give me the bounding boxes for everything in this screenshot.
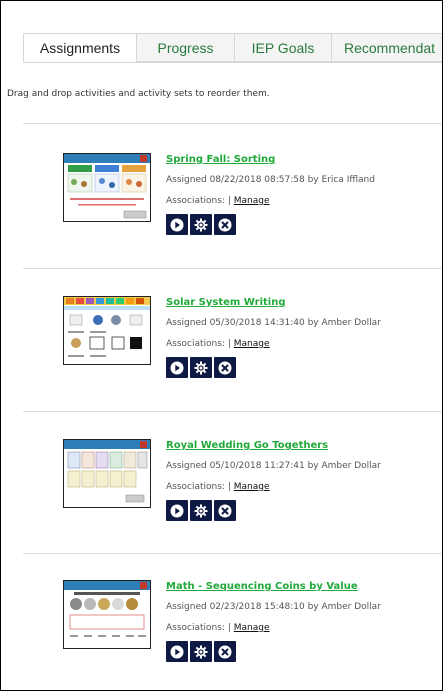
assignment-item[interactable]: Spring Fall: Sorting Assigned 08/22/2018…: [1, 153, 442, 293]
assignment-item[interactable]: Math - Sequencing Coins by Value Assigne…: [1, 580, 442, 690]
settings-button[interactable]: [190, 214, 212, 235]
associations: Associations: | Manage: [166, 623, 270, 633]
remove-button[interactable]: [214, 214, 236, 235]
settings-gear-icon: [194, 645, 208, 658]
play-icon: [170, 218, 184, 231]
settings-button[interactable]: [190, 641, 212, 662]
play-button[interactable]: [166, 500, 188, 521]
associations-separator: |: [227, 196, 231, 206]
action-buttons: [166, 500, 236, 521]
divider: [23, 268, 442, 269]
remove-icon: [218, 645, 232, 658]
play-icon: [170, 645, 184, 658]
activity-thumbnail[interactable]: [63, 580, 151, 649]
associations-separator: |: [227, 482, 231, 492]
activity-title-link[interactable]: Royal Wedding Go Togethers: [166, 440, 328, 451]
assignments-panel: Assignments Progress IEP Goals Recommend…: [0, 0, 443, 691]
tab-progress[interactable]: Progress: [137, 33, 235, 62]
reorder-instructions: Drag and drop activities and activity se…: [7, 89, 270, 99]
play-button[interactable]: [166, 641, 188, 662]
assigned-info: Assigned 05/30/2018 14:31:40 by Amber Do…: [166, 318, 381, 328]
associations: Associations: | Manage: [166, 196, 270, 206]
tab-bar: Assignments Progress IEP Goals Recommend…: [23, 33, 442, 63]
associations: Associations: | Manage: [166, 482, 270, 492]
settings-gear-icon: [194, 361, 208, 374]
remove-button[interactable]: [214, 357, 236, 378]
play-icon: [170, 504, 184, 517]
settings-gear-icon: [194, 218, 208, 231]
activity-thumbnail[interactable]: [63, 296, 151, 365]
remove-button[interactable]: [214, 500, 236, 521]
assigned-info: Assigned 08/22/2018 08:57:58 by Erica If…: [166, 175, 375, 185]
manage-link[interactable]: Manage: [234, 339, 270, 349]
associations-label: Associations:: [166, 196, 225, 206]
associations: Associations: | Manage: [166, 339, 270, 349]
tab-iep-goals[interactable]: IEP Goals: [235, 33, 332, 62]
settings-gear-icon: [194, 504, 208, 517]
remove-icon: [218, 361, 232, 374]
associations-label: Associations:: [166, 482, 225, 492]
associations-separator: |: [227, 339, 231, 349]
tab-assignments[interactable]: Assignments: [23, 33, 137, 63]
action-buttons: [166, 214, 236, 235]
activity-title-link[interactable]: Spring Fall: Sorting: [166, 154, 275, 165]
play-button[interactable]: [166, 214, 188, 235]
assigned-info: Assigned 02/23/2018 15:48:10 by Amber Do…: [166, 602, 381, 612]
assigned-info: Assigned 05/10/2018 11:27:41 by Amber Do…: [166, 461, 381, 471]
action-buttons: [166, 357, 236, 378]
divider: [23, 123, 442, 124]
remove-icon: [218, 504, 232, 517]
activity-title-link[interactable]: Solar System Writing: [166, 297, 286, 308]
activity-title-link[interactable]: Math - Sequencing Coins by Value: [166, 581, 358, 592]
associations-separator: |: [227, 623, 231, 633]
manage-link[interactable]: Manage: [234, 623, 270, 633]
divider: [23, 553, 442, 554]
settings-button[interactable]: [190, 357, 212, 378]
manage-link[interactable]: Manage: [234, 196, 270, 206]
assignment-item[interactable]: Royal Wedding Go Togethers Assigned 05/1…: [1, 439, 442, 579]
divider: [23, 411, 442, 412]
play-button[interactable]: [166, 357, 188, 378]
remove-icon: [218, 218, 232, 231]
play-icon: [170, 361, 184, 374]
tab-recommendations[interactable]: Recommendat: [332, 33, 442, 62]
associations-label: Associations:: [166, 339, 225, 349]
assignment-item[interactable]: Solar System Writing Assigned 05/30/2018…: [1, 296, 442, 436]
remove-button[interactable]: [214, 641, 236, 662]
settings-button[interactable]: [190, 500, 212, 521]
activity-thumbnail[interactable]: [63, 439, 151, 508]
manage-link[interactable]: Manage: [234, 482, 270, 492]
tab-underline: [23, 62, 442, 63]
activity-thumbnail[interactable]: [63, 153, 151, 222]
associations-label: Associations:: [166, 623, 225, 633]
action-buttons: [166, 641, 236, 662]
